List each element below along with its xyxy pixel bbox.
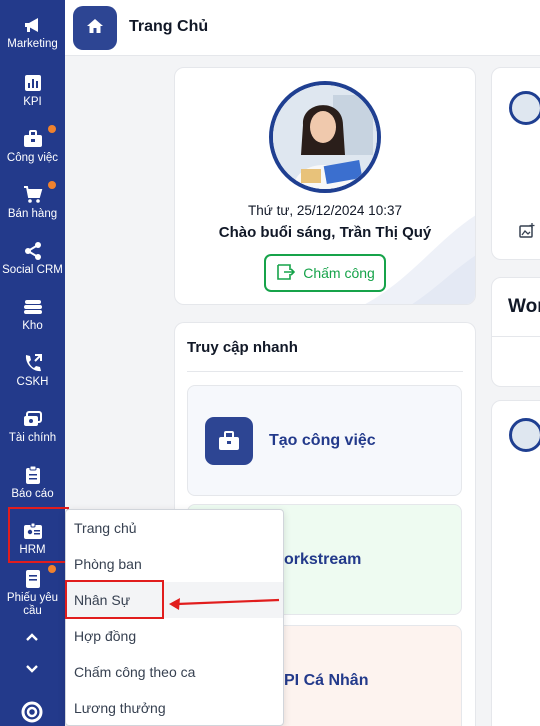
sidebar-item-label: Báo cáo [11, 488, 54, 500]
image-upload-icon[interactable] [519, 223, 535, 244]
briefcase-icon [205, 417, 253, 465]
clipboard-icon [22, 464, 44, 486]
home-icon [86, 17, 104, 40]
sidebar-item-label: CSKH [16, 376, 49, 388]
avatar [509, 418, 540, 452]
top-header: Trang Chủ [65, 0, 540, 56]
sidebar-item-social-crm[interactable]: Social CRM [0, 238, 65, 294]
sidebar-item-label: Kho [22, 320, 43, 332]
sidebar-item-phieu-yeu-cau[interactable]: Phiếu yêu cầu [0, 566, 65, 622]
cart-icon [22, 184, 44, 206]
notification-badge [48, 565, 56, 573]
tile-label: PI Cá Nhân [284, 672, 369, 689]
tile-label: Tạo công việc [269, 432, 376, 449]
support-icon[interactable] [20, 700, 44, 724]
notification-badge [48, 181, 56, 189]
sidebar-item-cskh[interactable]: CSKH [0, 350, 65, 406]
menu-item-hop-dong[interactable]: Hợp đồng [66, 618, 283, 654]
checkin-label: Chấm công [303, 265, 375, 281]
sidebar-item-label: Phiếu yêu cầu [6, 592, 59, 617]
card-title: Wor [508, 296, 540, 317]
checkin-icon [275, 263, 296, 284]
home-button[interactable] [73, 6, 117, 50]
nhan-su-highlight-box [65, 580, 164, 619]
checkin-button[interactable]: Chấm công [264, 254, 386, 292]
sidebar-item-kpi[interactable]: KPI [0, 70, 65, 126]
right-card-workstream: Wor [491, 277, 540, 387]
chevron-up-icon[interactable] [21, 627, 43, 647]
page-title: Trang Chủ [129, 18, 209, 35]
sidebar-item-tai-chinh[interactable]: Tài chính [0, 406, 65, 462]
annotation-arrow-icon [169, 598, 280, 610]
warehouse-icon [22, 296, 44, 318]
menu-item-trang-chu[interactable]: Trang chủ [66, 510, 283, 546]
menu-item-luong-thuong[interactable]: Lương thưởng [66, 690, 283, 726]
quick-access-title: Truy cập nhanh [187, 339, 298, 356]
document-icon [22, 568, 44, 590]
sidebar-item-label: KPI [23, 96, 42, 108]
hrm-highlight-box [8, 507, 69, 563]
tile-label: orkstream [284, 551, 362, 568]
sidebar-item-label: Social CRM [2, 264, 63, 276]
greeting-text: Chào buổi sáng, Trần Thị Quý [218, 224, 432, 241]
divider [492, 336, 540, 337]
right-card-feed [491, 400, 540, 726]
divider [187, 371, 463, 372]
sidebar-item-label: Bán hàng [7, 208, 58, 220]
bar-chart-icon [22, 72, 44, 94]
menu-item-cham-cong-theo-ca[interactable]: Chấm công theo ca [66, 654, 283, 690]
money-icon [22, 408, 44, 430]
sidebar-item-cong-viec[interactable]: Công việc [0, 126, 65, 182]
right-card-top [491, 67, 540, 260]
avatar [509, 91, 540, 125]
avatar [269, 81, 381, 193]
tile-create-task[interactable]: Tạo công việc [187, 385, 462, 496]
share-icon [22, 240, 44, 262]
sidebar-item-label: Tài chính [8, 432, 57, 444]
notification-badge [48, 125, 56, 133]
sidebar-item-label: Công việc [6, 152, 59, 164]
briefcase-icon [22, 128, 44, 150]
chevron-down-icon[interactable] [21, 659, 43, 679]
profile-card: Thứ tư, 25/12/2024 10:37 Chào buổi sáng,… [174, 67, 476, 305]
sidebar-item-ban-hang[interactable]: Bán hàng [0, 182, 65, 238]
phone-icon [22, 352, 44, 374]
current-datetime: Thứ tư, 25/12/2024 10:37 [248, 203, 402, 218]
sidebar-item-kho[interactable]: Kho [0, 294, 65, 350]
sidebar-item-label: Marketing [7, 38, 58, 50]
sidebar: Marketing KPI Công việc Bán hàng Social … [0, 0, 69, 726]
sidebar-item-marketing[interactable]: Marketing [0, 12, 65, 68]
menu-item-phong-ban[interactable]: Phòng ban [66, 546, 283, 582]
megaphone-icon [22, 14, 44, 36]
